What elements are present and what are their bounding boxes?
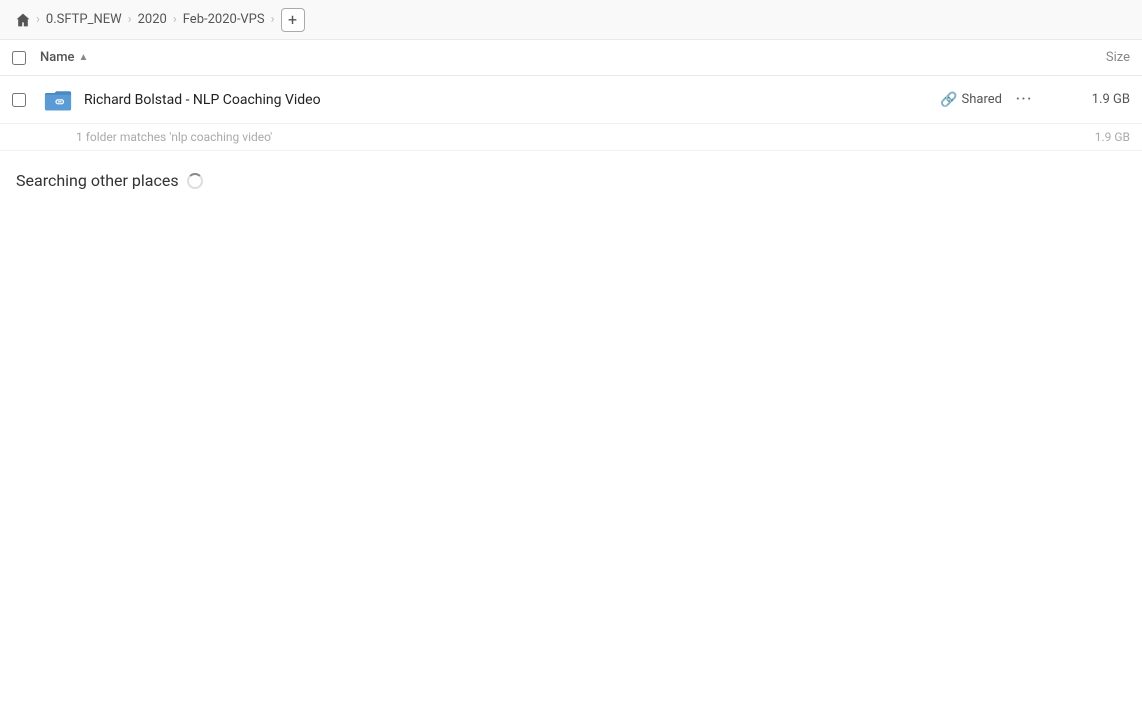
home-button[interactable] [12,9,34,31]
more-options-button[interactable]: ··· [1010,86,1038,114]
name-label: Name [40,50,75,65]
file-name-label: Richard Bolstad - NLP Coaching Video [84,92,940,108]
match-info-row: 1 folder matches 'nlp coaching video' 1.… [0,124,1142,151]
row-checkbox[interactable] [12,93,26,107]
breadcrumb-item-0[interactable]: 0.SFTP_NEW [42,10,126,29]
sep-3: › [173,12,177,27]
breadcrumb-item-1[interactable]: 2020 [134,10,171,29]
searching-label: Searching other places [16,171,179,190]
table-row[interactable]: Richard Bolstad - NLP Coaching Video 🔗 S… [0,76,1142,124]
breadcrumb-item-2[interactable]: Feb-2020-VPS [179,10,269,29]
folder-icon [40,82,76,118]
file-size-value: 1.9 GB [1050,92,1130,107]
match-info-text: 1 folder matches 'nlp coaching video' [76,130,272,144]
loading-spinner [187,173,203,189]
searching-section: Searching other places [0,151,1142,210]
sep-2: › [128,12,132,27]
sep-4: › [271,12,275,27]
sep-1: › [36,12,40,27]
header-checkbox-col [12,51,40,65]
sort-arrow-icon: ▲ [79,52,89,63]
name-column-header[interactable]: Name ▲ [40,50,1050,65]
row-checkbox-col [12,93,40,107]
shared-label: Shared [962,92,1002,107]
add-tab-button[interactable]: + [281,8,305,32]
breadcrumb-bar: › 0.SFTP_NEW › 2020 › Feb-2020-VPS › + [0,0,1142,40]
shared-badge: 🔗 Shared [940,92,1002,108]
size-column-header: Size [1050,50,1130,65]
select-all-checkbox[interactable] [12,51,26,65]
link-icon: 🔗 [940,92,957,108]
file-actions: 🔗 Shared ··· [940,86,1038,114]
match-size-value: 1.9 GB [1095,130,1130,144]
column-header-row: Name ▲ Size [0,40,1142,76]
